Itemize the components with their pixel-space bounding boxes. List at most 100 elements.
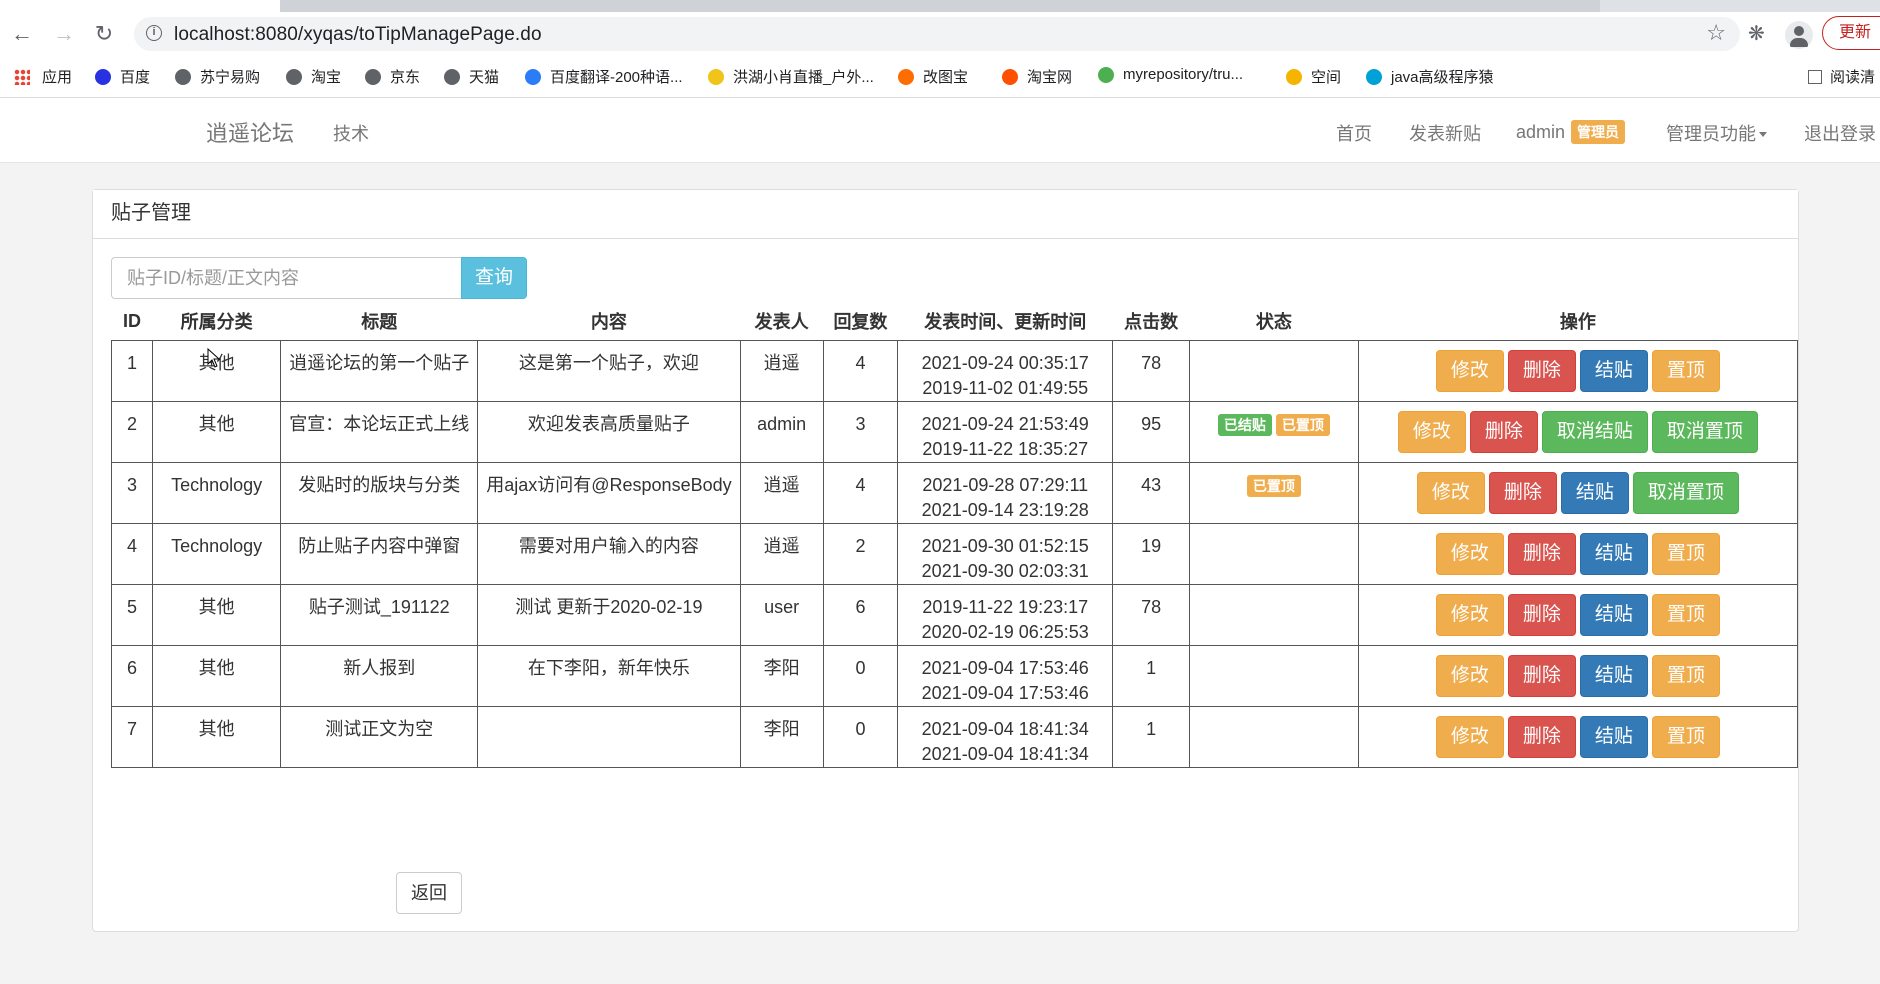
cell-title[interactable]: 官宣：本论坛正式上线 (280, 401, 479, 463)
pin-button[interactable]: 置顶 (1651, 594, 1720, 636)
close-post-button[interactable]: 结贴 (1579, 594, 1648, 636)
bookmark-item[interactable]: 空间 (1286, 66, 1341, 87)
cell-times: 2021-09-24 00:35:17 2019-11-02 01:49:55 (897, 340, 1114, 402)
bookmark-item[interactable]: 改图宝 (898, 66, 968, 87)
cell-clicks: 43 (1112, 462, 1190, 524)
back-arrow-icon[interactable]: ← (8, 20, 36, 48)
cell-title[interactable]: 防止贴子内容中弹窗 (280, 523, 479, 585)
extensions-icon[interactable]: ❋ (1748, 21, 1765, 46)
nav-user[interactable]: admin 管理员 (1516, 120, 1626, 144)
bookmark-label: 苏宁易购 (200, 69, 261, 86)
cell-title[interactable]: 逍遥论坛的第一个贴子 (280, 340, 479, 402)
delete-button[interactable]: 删除 (1507, 594, 1576, 636)
update-button[interactable]: 更新 (1822, 16, 1880, 50)
bookmark-item[interactable]: 淘宝网 (1002, 66, 1072, 87)
created-time: 2019-11-22 19:23:17 (922, 597, 1089, 617)
edit-button[interactable]: 修改 (1397, 411, 1466, 453)
unpin-button[interactable]: 取消置顶 (1632, 472, 1739, 514)
cell-title[interactable]: 发贴时的版块与分类 (280, 462, 479, 524)
edit-button[interactable]: 修改 (1435, 350, 1504, 392)
cell-times: 2019-11-22 19:23:17 2020-02-19 06:25:53 (897, 584, 1114, 646)
bookmark-item[interactable]: java高级程序猿 (1366, 66, 1494, 87)
search-input[interactable] (111, 257, 461, 299)
bookmark-item[interactable]: 京东 (365, 66, 420, 87)
nav-home[interactable]: 首页 (1336, 120, 1372, 146)
delete-button[interactable]: 删除 (1507, 716, 1576, 758)
close-post-button[interactable]: 结贴 (1579, 716, 1648, 758)
cell-title[interactable]: 贴子测试_191122 (280, 584, 479, 646)
cell-status (1189, 340, 1359, 402)
close-post-button[interactable]: 结贴 (1579, 655, 1648, 697)
delete-button[interactable]: 删除 (1488, 472, 1557, 514)
unclose-post-button[interactable]: 取消结贴 (1541, 411, 1648, 453)
edit-button[interactable]: 修改 (1435, 533, 1504, 575)
site-navbar: 逍遥论坛 技术 首页 发表新贴 admin 管理员 管理员功能 退出登录 (0, 98, 1880, 163)
delete-button[interactable]: 删除 (1469, 411, 1538, 453)
active-tab[interactable] (0, 0, 280, 12)
bookmark-label: 改图宝 (923, 69, 969, 86)
cell-id: 1 (111, 340, 153, 402)
close-post-button[interactable]: 结贴 (1579, 350, 1648, 392)
forward-arrow-icon[interactable]: → (50, 20, 78, 48)
bookmark-item[interactable]: 天猫 (444, 66, 499, 87)
table-row: 5 其他 贴子测试_191122 测试 更新于2020-02-19 user 6 2019-… (111, 584, 1799, 646)
pin-button[interactable]: 置顶 (1651, 533, 1720, 575)
cell-content: 这是第一个贴子，欢迎 (477, 340, 741, 402)
pin-button[interactable]: 置顶 (1651, 716, 1720, 758)
cell-replies: 0 (822, 645, 899, 707)
url-text[interactable]: localhost:8080/xyqas/toTipManagePage.do (174, 24, 542, 46)
bookmark-item[interactable]: 苏宁易购 (175, 66, 260, 87)
profile-avatar-icon[interactable] (1785, 21, 1813, 49)
cell-author: 李阳 (739, 645, 824, 707)
delete-button[interactable]: 删除 (1507, 350, 1576, 392)
bookmark-item[interactable]: 淘宝 (286, 66, 341, 87)
browser-tab[interactable] (280, 0, 1600, 12)
reading-list[interactable]: 阅读清 (1808, 66, 1875, 87)
delete-button[interactable]: 删除 (1507, 655, 1576, 697)
cell-id: 3 (111, 462, 153, 524)
bookmark-item[interactable]: 应用 (14, 66, 72, 87)
caret-down-icon (1759, 132, 1767, 137)
nav-admin-menu[interactable]: 管理员功能 (1666, 120, 1767, 146)
nav-logout[interactable]: 退出登录 (1804, 120, 1876, 146)
bookmark-item[interactable]: 百度翻译-200种语... (525, 66, 683, 87)
bookmark-item[interactable]: 洪湖小肖直播_户外... (708, 66, 874, 87)
post-management-panel: 贴子管理 查询 ID 所属分类 标题 内容 发表人 回复数 发表时间、更新时间 点击数 状态 操作… (92, 189, 1799, 932)
cell-id: 7 (111, 706, 153, 768)
cell-title[interactable]: 测试正文为空 (280, 706, 479, 768)
site-brand[interactable]: 逍遥论坛 (206, 116, 294, 148)
cell-times: 2021-09-04 18:41:34 2021-09-04 18:41:34 (897, 706, 1114, 768)
bookmark-favicon-icon (1366, 68, 1382, 85)
cell-content: 用ajax访问有@ResponseBody (477, 462, 741, 524)
back-button[interactable]: 返回 (396, 872, 462, 914)
search-button[interactable]: 查询 (461, 257, 527, 299)
nav-category-tech[interactable]: 技术 (333, 120, 369, 146)
table-row: 2 其他 官宣：本论坛正式上线 欢迎发表高质量贴子 admin 3 2021-09-24 2… (111, 401, 1799, 463)
table-row: 3 Technology 发贴时的版块与分类 用ajax访问有@ResponseBod… (111, 462, 1799, 524)
close-post-button[interactable]: 结贴 (1560, 472, 1629, 514)
edit-button[interactable]: 修改 (1435, 716, 1504, 758)
pin-button[interactable]: 置顶 (1651, 350, 1720, 392)
reading-list-icon (1808, 69, 1822, 84)
address-bar[interactable]: i localhost:8080/xyqas/toTipManagePage.d… (134, 17, 1740, 51)
reload-icon[interactable]: ↻ (90, 20, 118, 48)
edit-button[interactable]: 修改 (1435, 655, 1504, 697)
column-header: 发表人 (754, 312, 809, 332)
nav-new-post[interactable]: 发表新贴 (1409, 120, 1481, 146)
close-post-button[interactable]: 结贴 (1579, 533, 1648, 575)
apps-grid-icon (14, 68, 30, 85)
bookmark-item[interactable]: 百度 (95, 66, 150, 87)
unpin-button[interactable]: 取消置顶 (1651, 411, 1758, 453)
bookmark-star-icon[interactable]: ☆ (1706, 20, 1726, 46)
pin-button[interactable]: 置顶 (1651, 655, 1720, 697)
edit-button[interactable]: 修改 (1416, 472, 1485, 514)
edit-button[interactable]: 修改 (1435, 594, 1504, 636)
cell-author: 逍遥 (739, 523, 824, 585)
delete-button[interactable]: 删除 (1507, 533, 1576, 575)
updated-time: 2021-09-14 23:19:28 (921, 500, 1089, 520)
bookmark-favicon-icon (444, 68, 460, 85)
bookmarks-bar: 应用 百度 苏宁易购 淘宝 京东 天猫 百度翻译-200种语... 洪湖小肖直播_户外... 改… (0, 57, 1880, 98)
site-info-icon[interactable]: i (146, 25, 162, 41)
cell-title[interactable]: 新人报到 (280, 645, 479, 707)
bookmark-item[interactable]: myrepository/tru... (1098, 66, 1243, 83)
